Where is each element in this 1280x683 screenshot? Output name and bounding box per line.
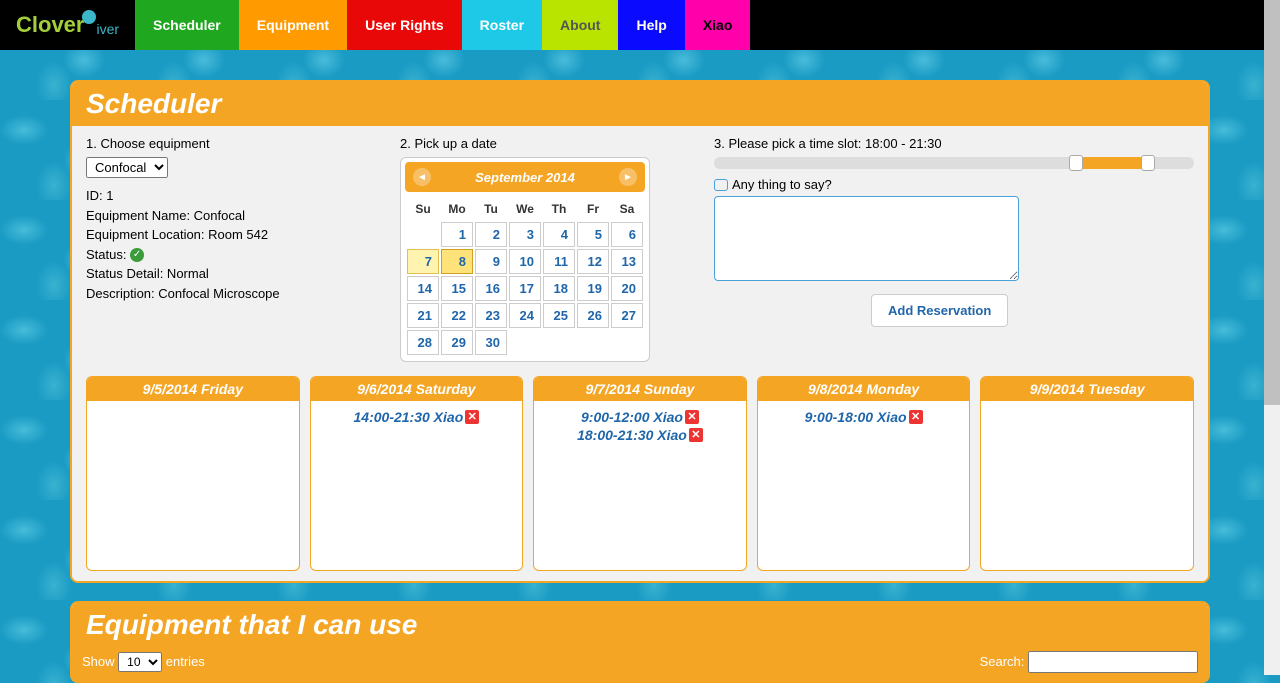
check-icon: ✓: [130, 248, 144, 262]
comment-label: Any thing to say?: [732, 177, 832, 192]
cal-day-2[interactable]: 2: [475, 222, 507, 247]
cal-day-17[interactable]: 17: [509, 276, 541, 301]
nav-about[interactable]: About: [542, 0, 618, 50]
delete-icon[interactable]: ✕: [685, 410, 699, 424]
cal-day-27[interactable]: 27: [611, 303, 643, 328]
eq-status-detail: Status Detail: Normal: [86, 264, 386, 284]
equipment-select[interactable]: Confocal: [86, 157, 168, 178]
cal-day-8[interactable]: 8: [441, 249, 473, 274]
comment-input[interactable]: [714, 196, 1019, 281]
cal-day-23[interactable]: 23: [475, 303, 507, 328]
cal-day-16[interactable]: 16: [475, 276, 507, 301]
cal-day-22[interactable]: 22: [441, 303, 473, 328]
cal-day-7[interactable]: 7: [407, 249, 439, 274]
cal-dow: We: [509, 198, 541, 220]
cal-dow: Su: [407, 198, 439, 220]
cal-day-9[interactable]: 9: [475, 249, 507, 274]
cal-day-4[interactable]: 4: [543, 222, 575, 247]
reservation[interactable]: 9:00-18:00 Xiao✕: [764, 409, 964, 425]
cal-day-13[interactable]: 13: [611, 249, 643, 274]
cal-day-14[interactable]: 14: [407, 276, 439, 301]
cal-day-25[interactable]: 25: [543, 303, 575, 328]
nav-user-rights[interactable]: User Rights: [347, 0, 462, 50]
logo-text-1: Clover: [16, 12, 84, 38]
search-input[interactable]: [1028, 651, 1198, 673]
step2-label: 2. Pick up a date: [400, 136, 700, 151]
delete-icon[interactable]: ✕: [909, 410, 923, 424]
cal-prev-icon[interactable]: ◄: [413, 168, 431, 186]
cal-day-20[interactable]: 20: [611, 276, 643, 301]
top-nav: Clover iver SchedulerEquipmentUser Rights…: [0, 0, 1280, 50]
cal-day-26[interactable]: 26: [577, 303, 609, 328]
reservation[interactable]: 18:00-21:30 Xiao✕: [540, 427, 740, 443]
cal-dow: Tu: [475, 198, 507, 220]
cal-day-10[interactable]: 10: [509, 249, 541, 274]
cal-day-1[interactable]: 1: [441, 222, 473, 247]
entries-select[interactable]: 10: [118, 652, 162, 672]
logo-text-2: iver: [96, 21, 119, 37]
reservation[interactable]: 9:00-12:00 Xiao✕: [540, 409, 740, 425]
day-card: 9/6/2014 Saturday 14:00-21:30 Xiao✕: [310, 376, 524, 571]
delete-icon[interactable]: ✕: [689, 428, 703, 442]
day-card-head: 9/8/2014 Monday: [758, 377, 970, 401]
cal-day-6[interactable]: 6: [611, 222, 643, 247]
time-slider[interactable]: [714, 157, 1194, 169]
cal-day-18[interactable]: 18: [543, 276, 575, 301]
day-card-head: 9/6/2014 Saturday: [311, 377, 523, 401]
equipment-title: Equipment that I can use: [72, 603, 1208, 647]
scrollbar[interactable]: [1264, 0, 1280, 675]
day-card-head: 9/9/2014 Tuesday: [981, 377, 1193, 401]
cal-day-5[interactable]: 5: [577, 222, 609, 247]
day-card-head: 9/7/2014 Sunday: [534, 377, 746, 401]
logo: Clover iver: [0, 0, 135, 50]
cal-day-21[interactable]: 21: [407, 303, 439, 328]
calendar: ◄ September 2014 ► SuMoTuWeThFrSa1234567…: [400, 157, 650, 362]
cal-dow: Sa: [611, 198, 643, 220]
cal-next-icon[interactable]: ►: [619, 168, 637, 186]
nav-equipment[interactable]: Equipment: [239, 0, 347, 50]
cal-dow: Mo: [441, 198, 473, 220]
day-card: 9/5/2014 Friday: [86, 376, 300, 571]
cal-day-12[interactable]: 12: [577, 249, 609, 274]
add-reservation-button[interactable]: Add Reservation: [871, 294, 1008, 327]
eq-location: Equipment Location: Room 542: [86, 225, 386, 245]
cal-day-28[interactable]: 28: [407, 330, 439, 355]
cal-month: September 2014: [475, 170, 575, 185]
reservation[interactable]: 14:00-21:30 Xiao✕: [317, 409, 517, 425]
day-card: 9/8/2014 Monday 9:00-18:00 Xiao✕: [757, 376, 971, 571]
scheduler-panel: Scheduler 1. Choose equipment Confocal I…: [70, 80, 1210, 583]
cal-day-3[interactable]: 3: [509, 222, 541, 247]
cal-day-15[interactable]: 15: [441, 276, 473, 301]
nav-help[interactable]: Help: [618, 0, 684, 50]
cal-dow: Th: [543, 198, 575, 220]
speech-icon: [714, 179, 728, 191]
step3-label: 3. Please pick a time slot: 18:00 - 21:3…: [714, 136, 1194, 151]
cal-dow: Fr: [577, 198, 609, 220]
cal-day-30[interactable]: 30: [475, 330, 507, 355]
equipment-panel: Equipment that I can use Show 10 entries…: [70, 601, 1210, 683]
clover-icon: [82, 10, 96, 24]
show-entries: Show 10 entries: [82, 652, 205, 672]
step1-label: 1. Choose equipment: [86, 136, 386, 151]
cal-day-19[interactable]: 19: [577, 276, 609, 301]
cal-day-24[interactable]: 24: [509, 303, 541, 328]
day-card-head: 9/5/2014 Friday: [87, 377, 299, 401]
eq-id: ID: 1: [86, 186, 386, 206]
search-wrap: Search:: [980, 651, 1198, 673]
day-card: 9/7/2014 Sunday 9:00-12:00 Xiao✕ 18:00-21:…: [533, 376, 747, 571]
eq-status: Status: ✓: [86, 245, 386, 265]
eq-name: Equipment Name: Confocal: [86, 206, 386, 226]
day-card: 9/9/2014 Tuesday: [980, 376, 1194, 571]
nav-scheduler[interactable]: Scheduler: [135, 0, 239, 50]
cal-day-11[interactable]: 11: [543, 249, 575, 274]
nav-roster[interactable]: Roster: [462, 0, 542, 50]
eq-desc: Description: Confocal Microscope: [86, 284, 386, 304]
delete-icon[interactable]: ✕: [465, 410, 479, 424]
cal-day-29[interactable]: 29: [441, 330, 473, 355]
scheduler-title: Scheduler: [72, 82, 1208, 126]
nav-xiao[interactable]: Xiao: [685, 0, 751, 50]
